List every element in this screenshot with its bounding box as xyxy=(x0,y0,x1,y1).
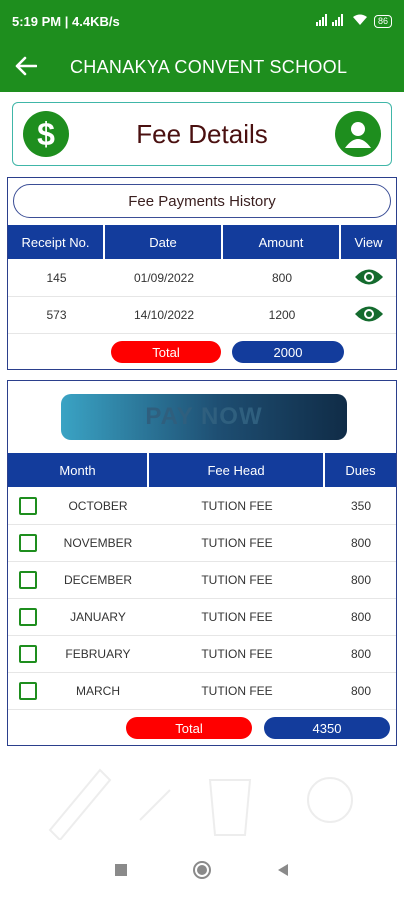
payment-amount: 800 xyxy=(271,271,293,285)
dollar-icon: $ xyxy=(23,111,69,157)
dues-total-label: Total xyxy=(126,717,252,739)
battery-icon: 86 xyxy=(373,14,392,28)
due-amount: 800 xyxy=(350,573,372,587)
home-button[interactable] xyxy=(187,858,217,888)
arrow-left-icon xyxy=(15,52,38,83)
pay-now-button[interactable]: PAY NOW xyxy=(61,394,347,440)
page-title: Fee Details xyxy=(136,118,268,149)
svg-text:$: $ xyxy=(37,117,55,151)
view-receipt-button[interactable] xyxy=(341,297,396,333)
history-table-header: Receipt No. Date Amount View xyxy=(8,225,396,259)
due-fee-head: TUTION FEE xyxy=(201,573,273,587)
due-month: OCTOBER xyxy=(68,499,128,513)
recents-button[interactable] xyxy=(106,858,136,888)
dues-row: FEBRUARY TUTION FEE 800 xyxy=(8,636,396,673)
view-receipt-button[interactable] xyxy=(341,260,396,296)
dues-row: DECEMBER TUTION FEE 800 xyxy=(8,562,396,599)
dues-table-header: Month Fee Head Dues xyxy=(8,453,396,487)
dues-total-value: 4350 xyxy=(264,717,390,739)
col-dues: Dues xyxy=(345,462,376,478)
payment-date: 14/10/2022 xyxy=(133,308,195,322)
due-month: JANUARY xyxy=(70,610,126,624)
triangle-back-icon xyxy=(276,863,290,882)
fee-details-header: $ Fee Details xyxy=(12,102,392,166)
payment-date: 01/09/2022 xyxy=(133,271,195,285)
col-view: View xyxy=(354,234,383,250)
square-icon xyxy=(114,863,128,882)
receipt-no: 145 xyxy=(46,271,67,285)
col-receipt-no: Receipt No. xyxy=(8,225,105,259)
month-checkbox[interactable] xyxy=(19,534,37,552)
payment-history-panel: Fee Payments History Receipt No. Date Am… xyxy=(7,177,397,370)
due-month: MARCH xyxy=(76,684,120,698)
circle-icon xyxy=(192,860,212,885)
wifi-icon xyxy=(352,14,368,29)
user-icon[interactable] xyxy=(335,111,381,157)
app-bar: CHANAKYA CONVENT SCHOOL xyxy=(0,42,404,92)
due-fee-head: TUTION FEE xyxy=(201,536,273,550)
due-month: NOVEMBER xyxy=(63,536,133,550)
history-total-label: Total xyxy=(111,341,221,363)
due-fee-head: TUTION FEE xyxy=(201,684,273,698)
due-amount: 800 xyxy=(350,610,372,624)
table-row: 145 01/09/2022 800 xyxy=(8,260,396,297)
back-nav-button[interactable] xyxy=(268,858,298,888)
due-amount: 800 xyxy=(350,536,372,550)
due-amount: 350 xyxy=(350,499,372,513)
col-month: Month xyxy=(8,453,149,487)
due-month: FEBRUARY xyxy=(65,647,131,661)
month-checkbox[interactable] xyxy=(19,682,37,700)
dues-row: NOVEMBER TUTION FEE 800 xyxy=(8,525,396,562)
month-checkbox[interactable] xyxy=(19,571,37,589)
table-row: 573 14/10/2022 1200 xyxy=(8,297,396,334)
due-amount: 800 xyxy=(350,684,372,698)
system-nav-bar xyxy=(0,845,404,900)
month-checkbox[interactable] xyxy=(19,645,37,663)
eye-icon xyxy=(354,305,384,326)
history-total-value: 2000 xyxy=(232,341,344,363)
back-button[interactable] xyxy=(0,42,52,92)
col-fee-head: Fee Head xyxy=(149,453,325,487)
app-title: CHANAKYA CONVENT SCHOOL xyxy=(70,56,348,77)
dues-row: JANUARY TUTION FEE 800 xyxy=(8,599,396,636)
status-icons: 86 xyxy=(315,13,392,29)
dues-row: MARCH TUTION FEE 800 xyxy=(8,673,396,710)
due-fee-head: TUTION FEE xyxy=(201,647,273,661)
due-fee-head: TUTION FEE xyxy=(201,610,273,624)
month-checkbox[interactable] xyxy=(19,608,37,626)
eye-icon xyxy=(354,268,384,289)
col-amount: Amount xyxy=(223,225,341,259)
dues-panel: PAY NOW Month Fee Head Dues OCTOBER TUTI… xyxy=(7,380,397,746)
payment-amount: 1200 xyxy=(268,308,296,322)
background-doodles xyxy=(48,768,353,840)
due-month: DECEMBER xyxy=(63,573,132,587)
status-time-speed: 5:19 PM | 4.4KB/s xyxy=(12,13,120,29)
due-fee-head: TUTION FEE xyxy=(201,499,273,513)
due-amount: 800 xyxy=(350,647,372,661)
month-checkbox[interactable] xyxy=(19,497,37,515)
dues-row: OCTOBER TUTION FEE 350 xyxy=(8,488,396,525)
receipt-no: 573 xyxy=(46,308,67,322)
col-date: Date xyxy=(105,225,223,259)
history-title: Fee Payments History xyxy=(13,184,391,218)
status-bar: 5:19 PM | 4.4KB/s 86 xyxy=(0,0,404,42)
signal-icon xyxy=(315,13,346,29)
